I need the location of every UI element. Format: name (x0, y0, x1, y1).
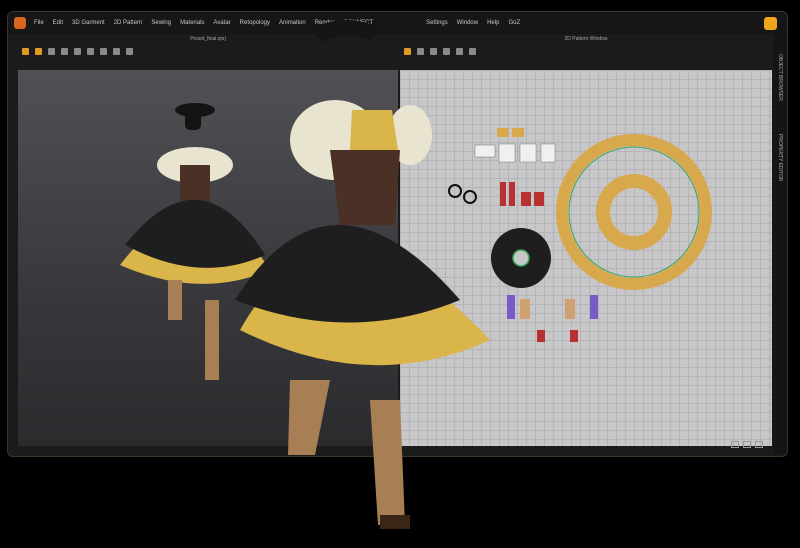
small-avatar-figure (120, 103, 270, 380)
large-avatar-figure (235, 20, 490, 529)
outer-skirt-ring (556, 134, 712, 290)
pattern-pieces (448, 128, 712, 342)
inner-skirt-ring (596, 174, 672, 250)
scene-art (120, 20, 712, 529)
hat-icon (310, 20, 385, 42)
